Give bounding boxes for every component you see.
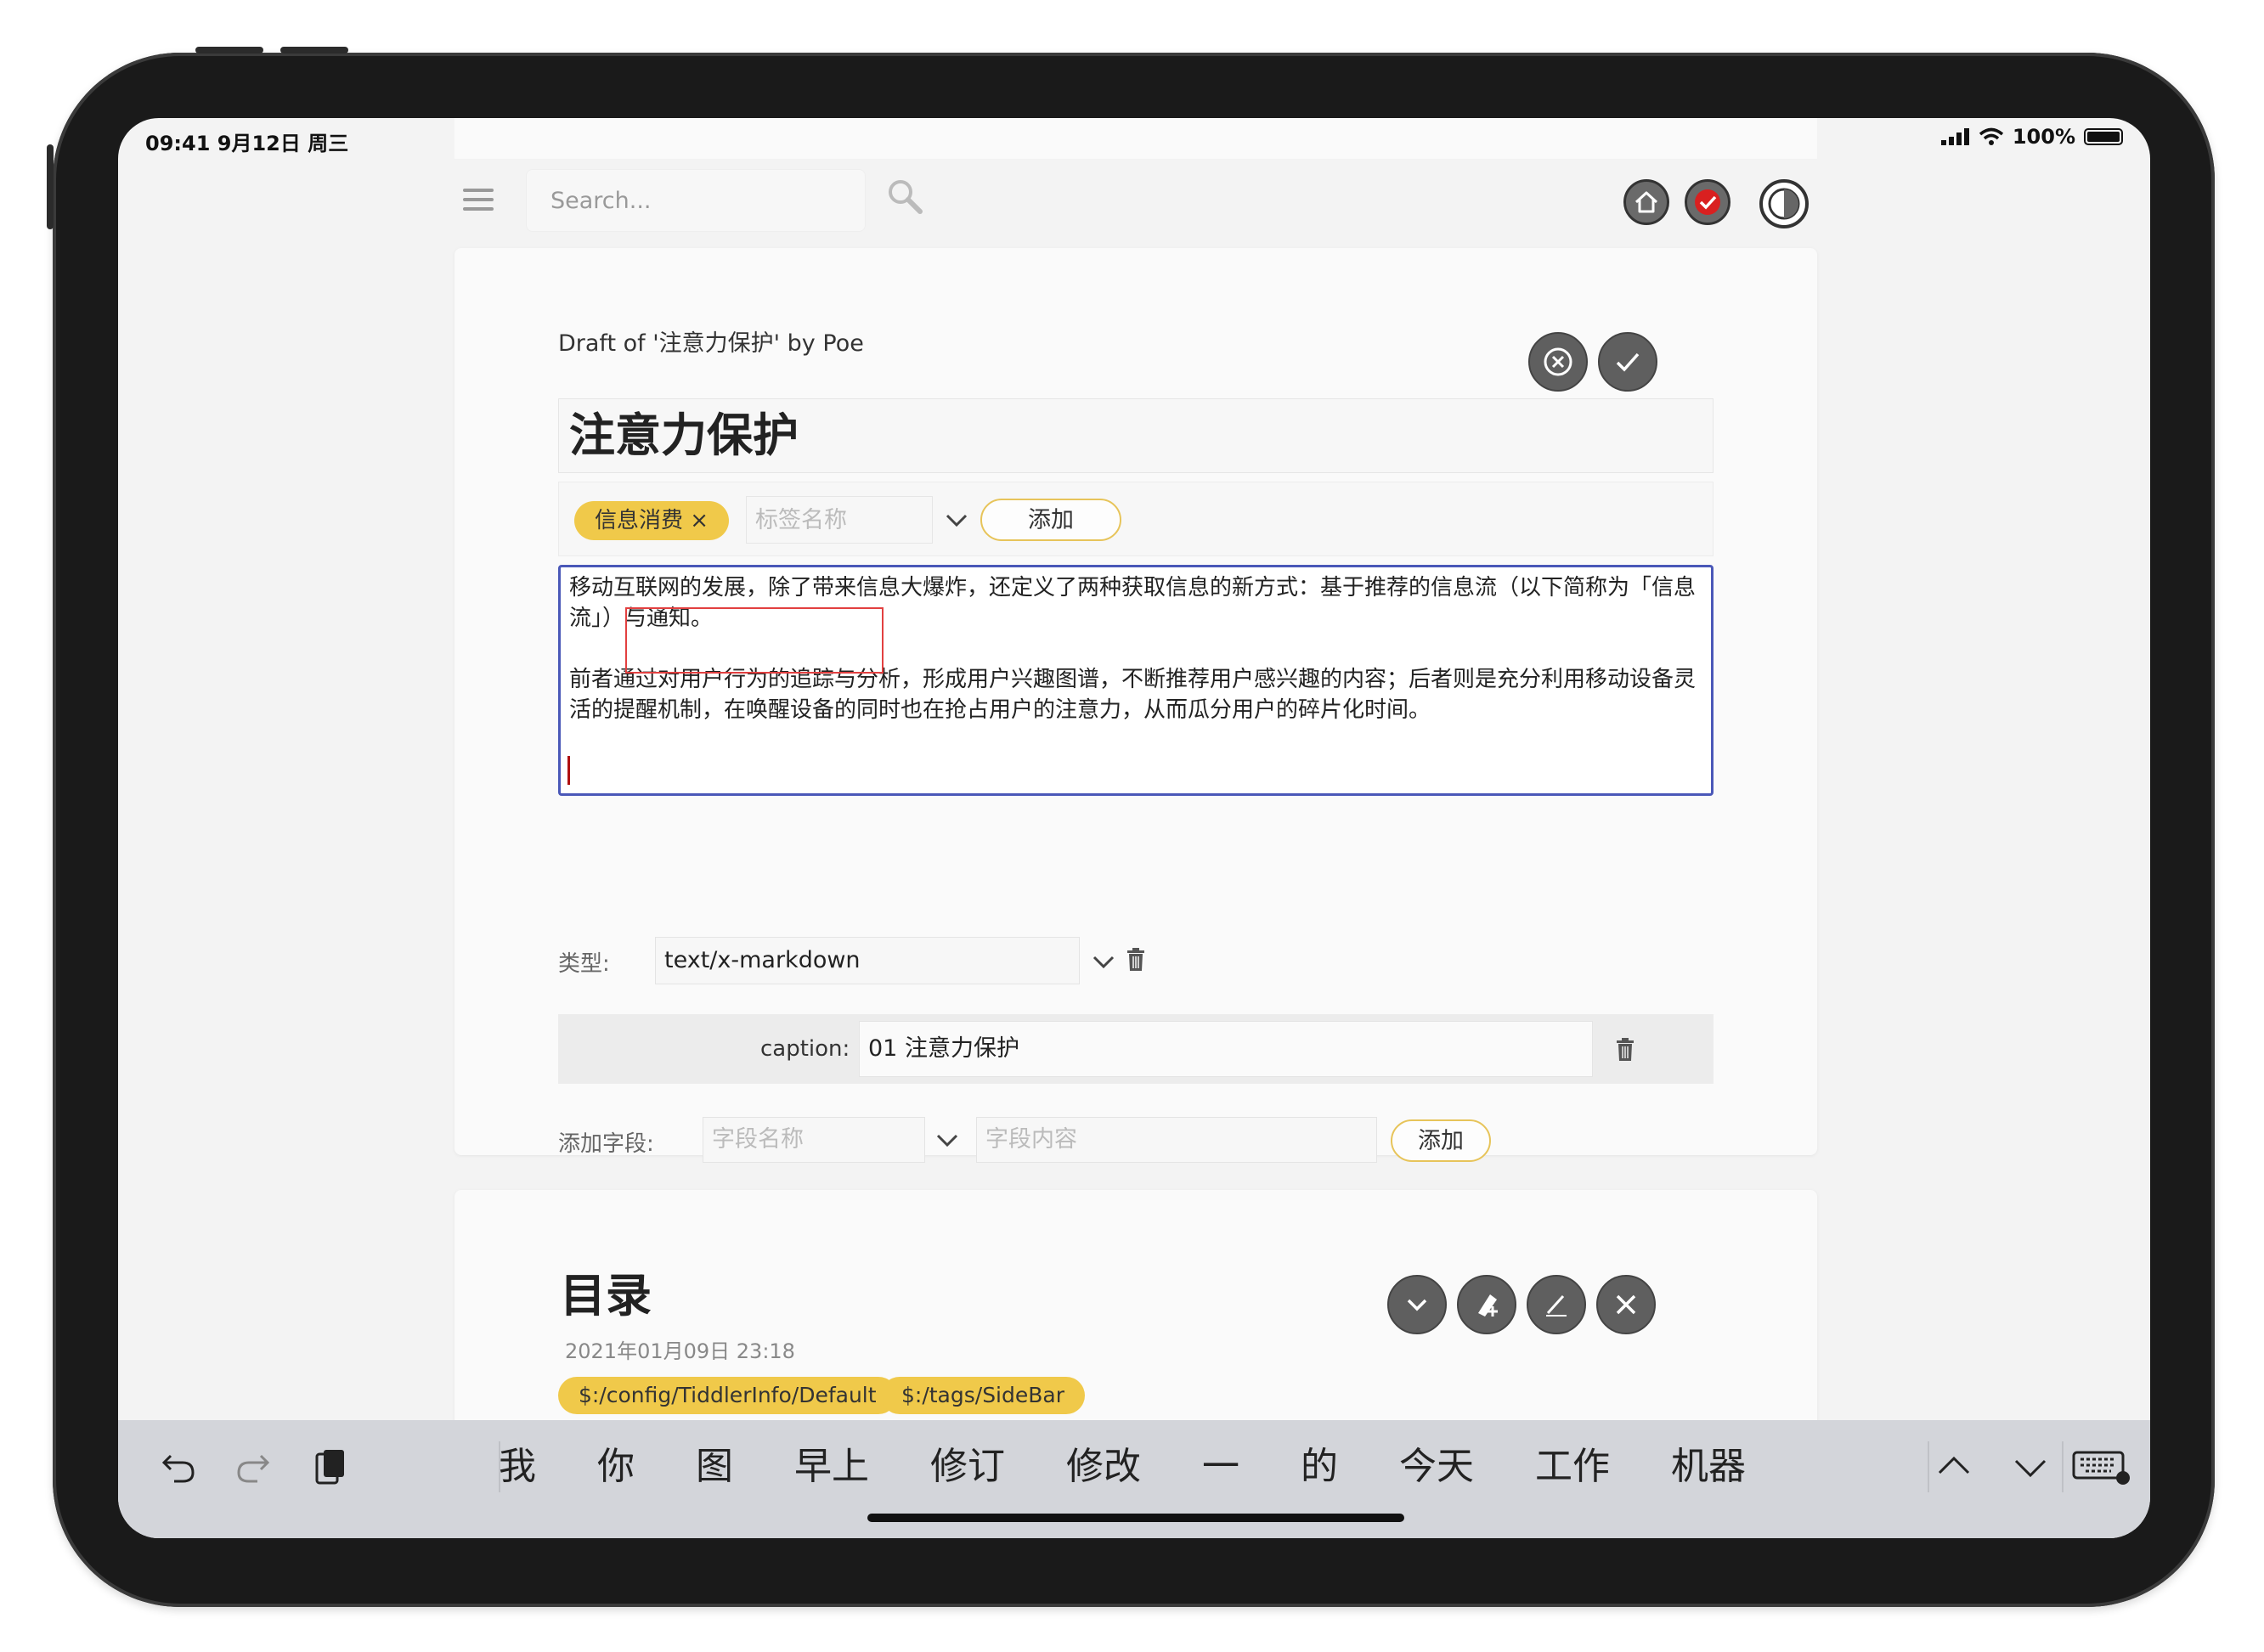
new-here-icon [1478, 1294, 1498, 1317]
home-indicator [867, 1514, 1404, 1522]
cancel-button[interactable] [1528, 332, 1588, 392]
edit-icon [1546, 1294, 1567, 1317]
search-input[interactable]: Search... [526, 169, 866, 232]
check-button[interactable] [1685, 179, 1730, 225]
type-input[interactable]: text/x-markdown [655, 937, 1080, 984]
tag-pill[interactable]: $:/config/TiddlerInfo/Default [558, 1377, 897, 1414]
caption-input[interactable]: 01 注意力保护 [859, 1021, 1593, 1077]
top-toolbar: Search... [454, 159, 1817, 244]
volume-button [280, 47, 348, 54]
signal-icon [1940, 128, 1969, 145]
search-icon[interactable] [886, 178, 923, 215]
type-label: 类型: [558, 951, 610, 977]
separator [1928, 1441, 1929, 1492]
caption-field-row: caption: 01 注意力保护 [558, 1014, 1714, 1084]
field-value-input[interactable]: 字段内容 [976, 1117, 1377, 1163]
power-button [47, 144, 54, 229]
add-field-button[interactable]: 添加 [1391, 1119, 1491, 1162]
theme-button[interactable] [1759, 179, 1809, 228]
candidate-word[interactable]: 今天 [1399, 1420, 1474, 1514]
status-time: 09:41 9月12日 周三 [145, 132, 349, 155]
candidate-word[interactable]: 你 [597, 1420, 635, 1514]
home-button[interactable] [1623, 179, 1669, 225]
menu-icon[interactable] [463, 189, 494, 214]
wifi-icon [1979, 127, 2003, 145]
separator [2062, 1441, 2064, 1492]
chevron-down-icon[interactable] [2011, 1447, 2050, 1486]
tag-remove-icon[interactable]: × [690, 508, 709, 533]
keyboard-shortcut-bar: 我你图早上 修订 修改一的今天 工作 机器 [118, 1420, 2150, 1538]
caption-label: caption: [760, 1036, 850, 1062]
story-river-top [454, 118, 1817, 159]
candidate-word[interactable]: 我 [499, 1420, 536, 1514]
candidate-word[interactable]: 机器 [1671, 1420, 1746, 1514]
tag-pill[interactable]: $:/tags/SideBar [881, 1377, 1086, 1414]
candidate-word[interactable]: 修改 [1066, 1420, 1141, 1514]
close-button[interactable] [1596, 1275, 1656, 1334]
body-textarea[interactable]: 移动互联网的发展，除了带来信息大爆炸，还定义了两种获取信息的新方式：基于推荐的信… [558, 565, 1714, 796]
save-button[interactable] [1598, 332, 1657, 392]
tag-name-input[interactable]: 标签名称 [746, 496, 933, 544]
tag-pill[interactable]: 信息消费 × [574, 501, 730, 540]
edit-button[interactable] [1527, 1275, 1586, 1334]
battery-percent: 100% [2012, 125, 2075, 149]
redo-icon[interactable] [234, 1447, 273, 1486]
trash-icon[interactable] [1615, 1038, 1635, 1062]
candidate-word[interactable]: 一 [1202, 1420, 1239, 1514]
fold-button[interactable] [1387, 1275, 1447, 1334]
title-input[interactable]: 注意力保护 [558, 398, 1714, 473]
chevron-down-icon [1407, 1299, 1427, 1311]
checkmark-icon [1616, 352, 1640, 372]
volume-button [195, 47, 263, 54]
candidate-word[interactable]: 的 [1301, 1420, 1338, 1514]
home-icon [1634, 191, 1658, 213]
chevron-up-icon[interactable] [1934, 1447, 1973, 1486]
candidate-word[interactable]: 图 [696, 1420, 733, 1514]
paste-icon[interactable] [310, 1447, 349, 1486]
tag-editor: 信息消费 × 标签名称 添加 [558, 482, 1714, 556]
field-name-input[interactable]: 字段名称 [703, 1117, 925, 1163]
tag-name: 信息消费 [595, 508, 684, 533]
new-here-button[interactable] [1457, 1275, 1516, 1334]
cancel-icon [1544, 347, 1572, 376]
text-caret [567, 756, 570, 785]
annotation-highlight [625, 607, 884, 674]
candidate-bar: 我你图早上 修订 修改一的今天 工作 机器 [483, 1420, 1911, 1514]
tiddler-title: 目录 [560, 1269, 652, 1322]
add-field-label: 添加字段: [558, 1131, 654, 1157]
chevron-down-icon[interactable] [935, 1128, 959, 1152]
trash-icon[interactable] [1126, 948, 1146, 972]
close-icon [1616, 1294, 1636, 1315]
undo-icon[interactable] [159, 1447, 198, 1486]
candidate-word[interactable]: 修订 [930, 1420, 1005, 1514]
contrast-icon [1768, 188, 1800, 220]
candidate-word[interactable]: 工作 [1535, 1420, 1610, 1514]
status-right: 100% [1940, 125, 2123, 149]
add-tag-button[interactable]: 添加 [980, 499, 1121, 541]
battery-icon [2084, 128, 2123, 145]
keyboard-icon[interactable] [2072, 1447, 2131, 1486]
chevron-down-icon[interactable] [945, 508, 968, 532]
candidate-word[interactable]: 早上 [794, 1420, 869, 1514]
tiddler-editor: Draft of '注意力保护' by Poe 注意力保护 信息消费 × 标签名… [454, 248, 1817, 1163]
screen: 09:41 9月12日 周三 100% Search... Draft of '… [118, 118, 2150, 1538]
check-circle-icon [1695, 189, 1720, 215]
chevron-down-icon[interactable] [1092, 950, 1115, 973]
draft-title: Draft of '注意力保护' by Poe [558, 330, 864, 357]
tiddler-date: 2021年01月09日 23:18 [565, 1339, 795, 1363]
